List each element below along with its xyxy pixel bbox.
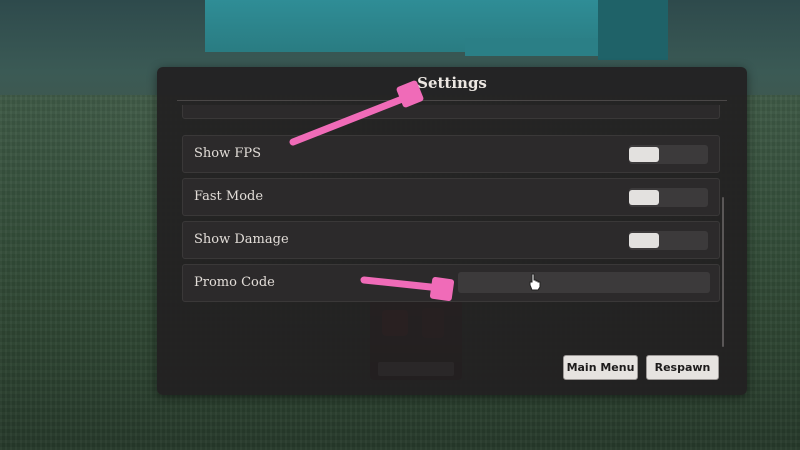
title-divider	[177, 100, 727, 101]
setting-label: Fast Mode	[194, 189, 264, 204]
main-menu-button[interactable]: Main Menu	[563, 355, 638, 380]
settings-row-show-damage: Show Damage	[182, 221, 720, 259]
settings-row-show-fps: Show FPS	[182, 135, 720, 173]
settings-row-fast-mode: Fast Mode	[182, 178, 720, 216]
hand-pointer-icon	[529, 273, 541, 291]
toggle-knob	[629, 190, 659, 205]
fast-mode-toggle[interactable]	[629, 188, 708, 207]
respawn-button[interactable]: Respawn	[646, 355, 719, 380]
setting-label: Show FPS	[194, 146, 262, 161]
promo-code-input[interactable]	[458, 272, 710, 293]
settings-row-promo-code: Promo Code	[182, 264, 720, 302]
background-pillar	[598, 0, 668, 60]
background-wall-step	[465, 38, 605, 56]
settings-list[interactable]: Show FPS Fast Mode Show Damage Promo Cod…	[182, 105, 720, 351]
setting-label: Show Damage	[194, 232, 289, 247]
toggle-knob	[629, 147, 659, 162]
show-fps-toggle[interactable]	[629, 145, 708, 164]
settings-panel: Settings Show FPS Fast Mode Show Damage …	[157, 67, 747, 395]
settings-title: Settings	[417, 74, 487, 92]
toggle-knob	[629, 233, 659, 248]
settings-row-partial	[182, 105, 720, 119]
show-damage-toggle[interactable]	[629, 231, 708, 250]
setting-label: Promo Code	[194, 275, 275, 290]
settings-scrollbar[interactable]	[722, 197, 724, 347]
